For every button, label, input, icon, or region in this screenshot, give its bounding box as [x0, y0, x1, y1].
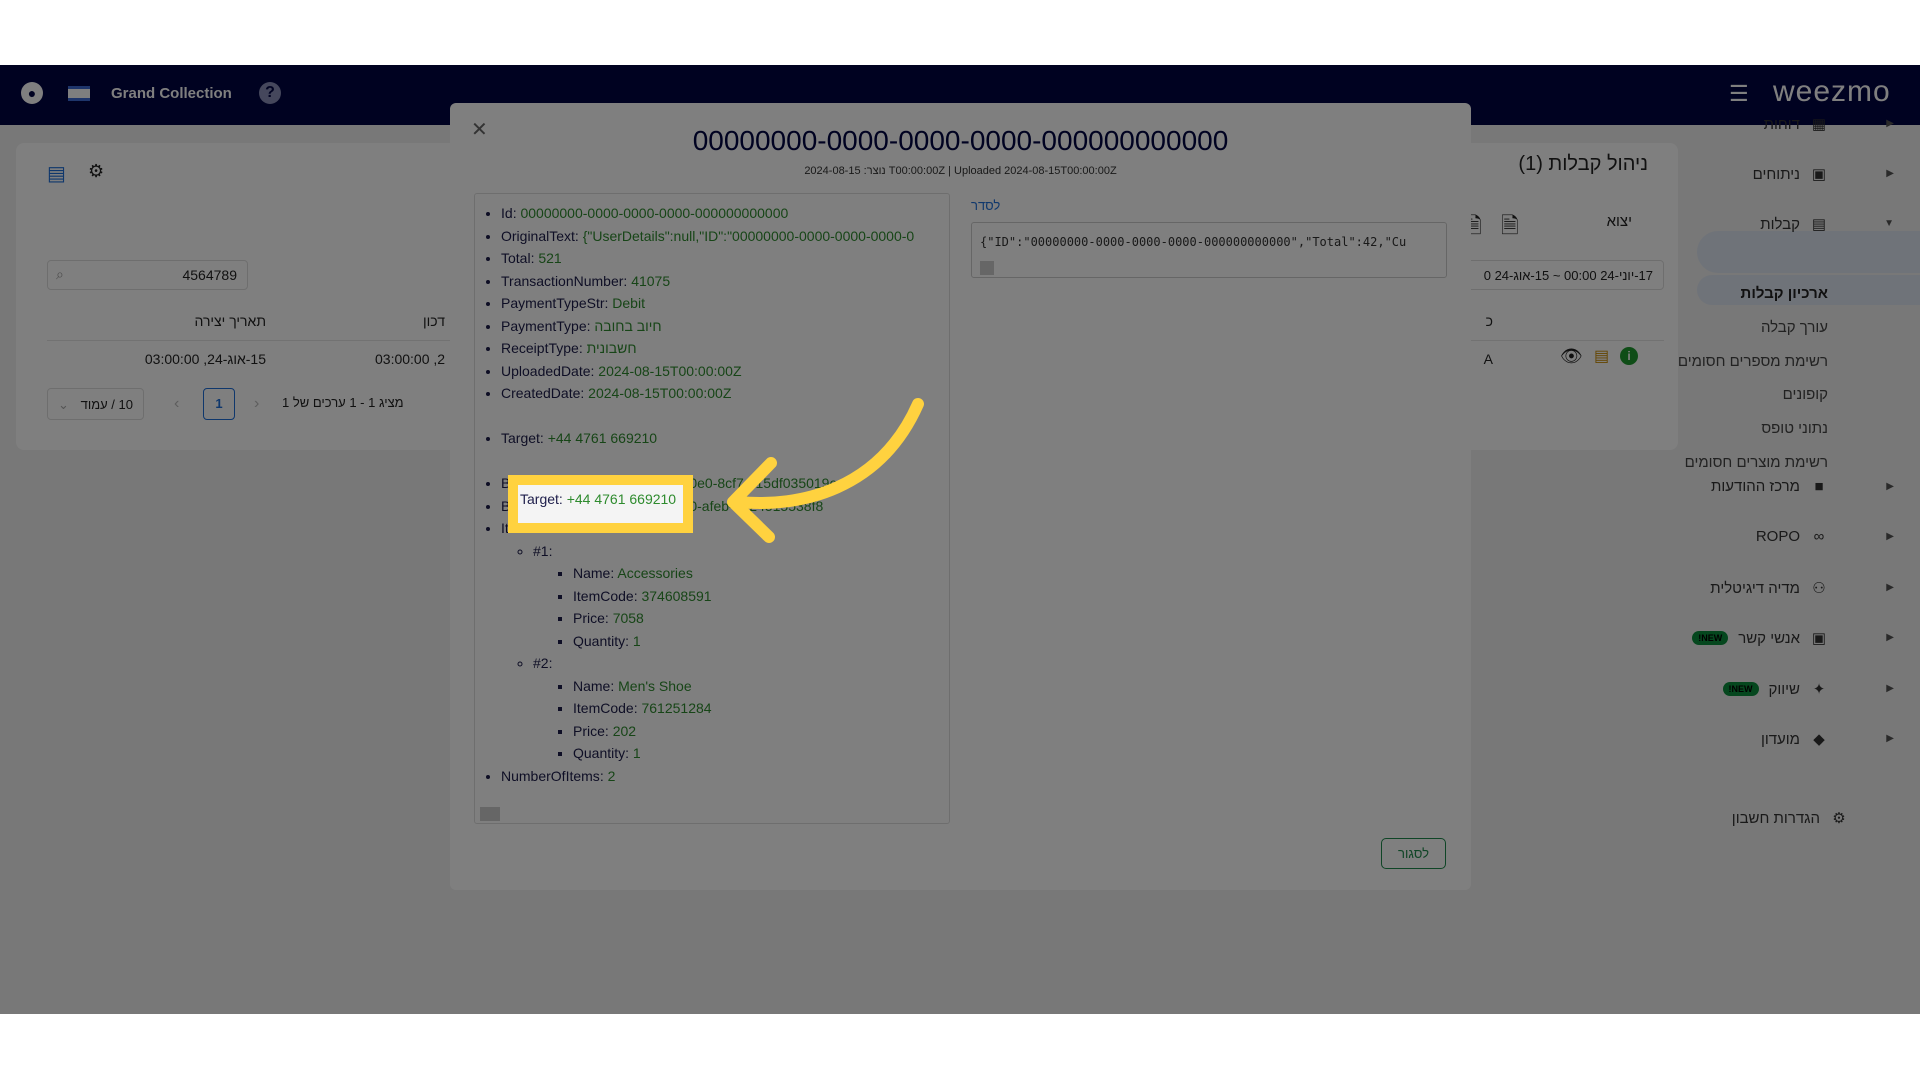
annotation-arrow: [727, 398, 924, 543]
